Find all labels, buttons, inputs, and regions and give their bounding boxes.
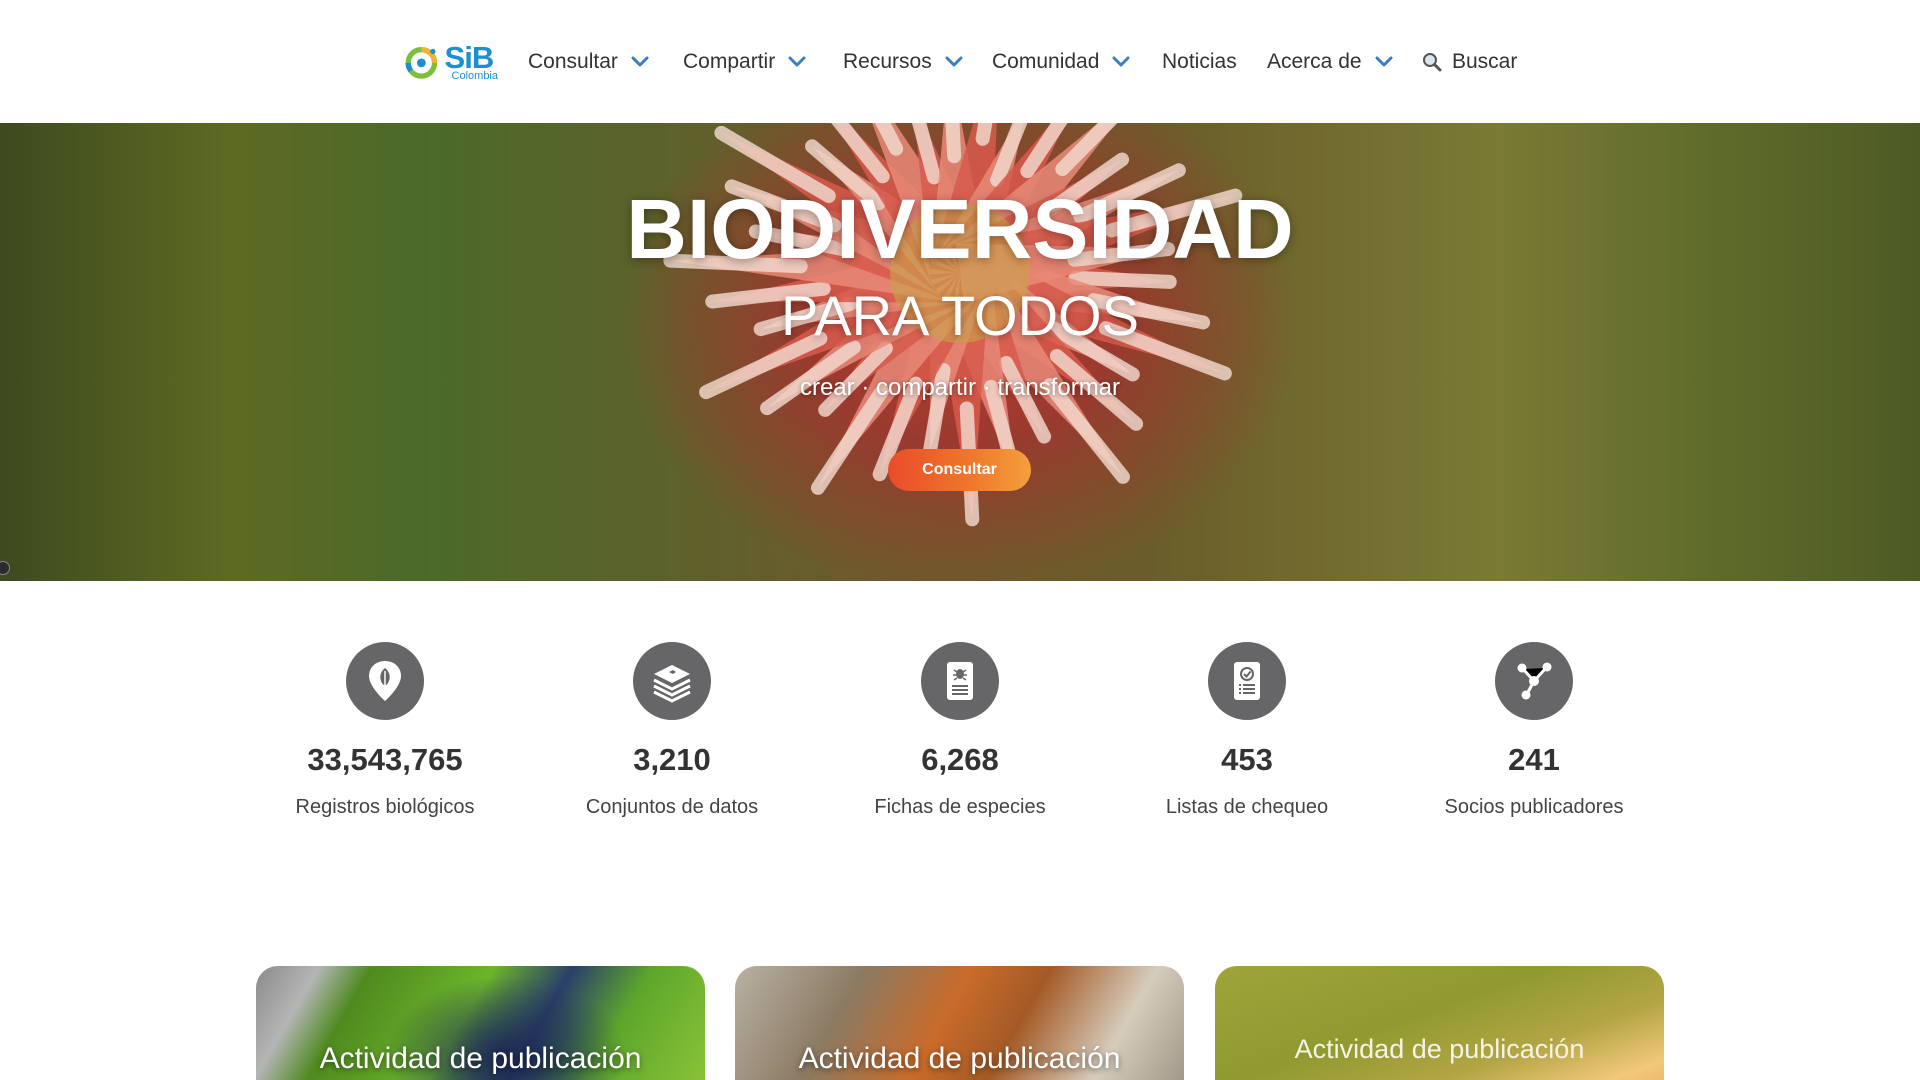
species-sheet-bug-icon [921, 642, 999, 720]
search-button[interactable]: Buscar [1421, 46, 1517, 78]
nav-noticias[interactable]: Noticias [1162, 46, 1237, 78]
nav-label: Consultar [528, 50, 618, 73]
nav-consultar[interactable]: Consultar [528, 46, 649, 78]
site-header: SiB Colombia Consultar Compartir Recurso… [0, 0, 1920, 123]
nav-label: Comunidad [992, 50, 1100, 73]
stat-label: Listas de chequeo [1165, 796, 1329, 818]
layers-bird-icon [633, 642, 711, 720]
card-title: Actividad de publicación [319, 1042, 642, 1075]
stat-value: 3,210 [633, 742, 711, 777]
nav-label: Recursos [843, 50, 932, 73]
stat-value: 33,543,765 [307, 742, 463, 777]
network-nodes-icon [1495, 642, 1573, 720]
card-title: Actividad de publicación [798, 1042, 1121, 1075]
stat-label: Socios publicadores [1444, 796, 1624, 818]
nav-label: Acerca de [1267, 50, 1362, 73]
chevron-down-icon [1112, 56, 1130, 68]
logo-subtext: Colombia [451, 70, 498, 82]
sib-logo-icon [405, 47, 438, 79]
hero-banner: BIODIVERSIDAD PARA TODOS crear · compart… [0, 123, 1920, 581]
publication-card-3[interactable]: Actividad de publicación [1215, 966, 1664, 1080]
chevron-down-icon [945, 56, 963, 68]
search-icon [1421, 51, 1443, 73]
hero-subtitle: PARA TODOS [781, 284, 1139, 347]
flower-petal-tip [1068, 270, 1177, 289]
hero-tagline: crear · compartir · transformar [799, 374, 1121, 401]
chevron-down-icon [631, 56, 649, 68]
stat-conjuntos[interactable]: 3,210 Conjuntos de datos [542, 642, 802, 819]
logo-text: SiB [444, 40, 495, 75]
search-label: Buscar [1452, 50, 1518, 73]
nav-comunidad[interactable]: Comunidad [992, 46, 1130, 78]
sib-logo[interactable]: SiB Colombia [402, 36, 498, 88]
stat-label: Fichas de especies [874, 796, 1046, 818]
stat-value: 6,268 [921, 742, 999, 777]
checklist-icon [1208, 642, 1286, 720]
publication-card-1[interactable]: Actividad de publicación [256, 966, 705, 1080]
nav-acerca-de[interactable]: Acerca de [1267, 46, 1393, 78]
chevron-down-icon [1375, 56, 1393, 68]
stat-value: 453 [1221, 742, 1273, 777]
hero-title: BIODIVERSIDAD [626, 182, 1294, 276]
stat-socios[interactable]: 241 Socios publicadores [1404, 642, 1664, 819]
card-title: Actividad de publicación [1294, 1034, 1585, 1064]
publication-card-2[interactable]: Actividad de publicación [735, 966, 1184, 1080]
flower-petal-tip [945, 123, 962, 164]
stat-label: Registros biológicos [295, 796, 475, 818]
stat-fichas[interactable]: 6,268 Fichas de especies [830, 642, 1090, 819]
stat-registros[interactable]: 33,543,765 Registros biológicos [255, 642, 515, 819]
nav-recursos[interactable]: Recursos [843, 46, 963, 78]
chevron-down-icon [788, 56, 806, 68]
stat-label: Conjuntos de datos [585, 796, 759, 818]
map-pin-leaf-icon [346, 642, 424, 720]
stat-value: 241 [1508, 742, 1560, 777]
nav-compartir[interactable]: Compartir [683, 46, 806, 78]
stat-listas[interactable]: 453 Listas de chequeo [1117, 642, 1377, 819]
nav-label: Compartir [683, 50, 776, 73]
hero-consultar-button[interactable]: Consultar [888, 449, 1031, 491]
nav-label: Noticias [1162, 50, 1237, 73]
